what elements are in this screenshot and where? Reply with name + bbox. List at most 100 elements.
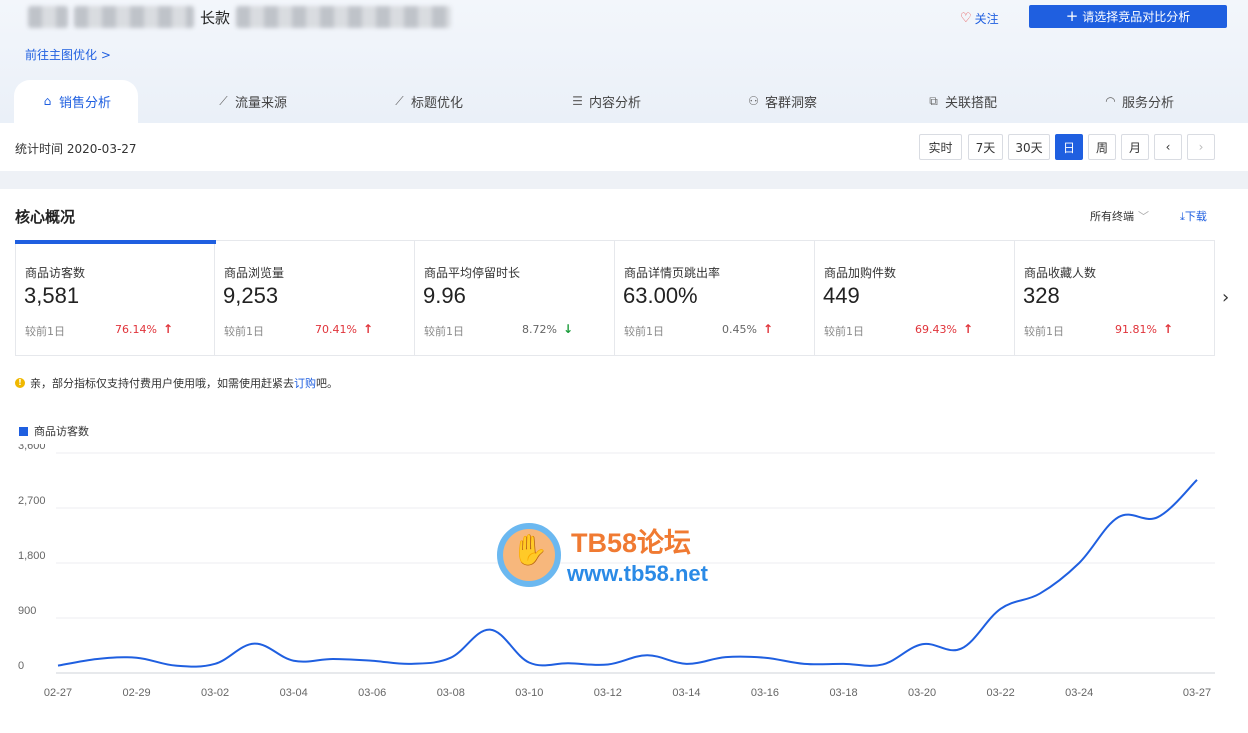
next-date-button[interactable]: › <box>1187 134 1215 160</box>
metric-change-pct: 0.45% <box>722 323 757 336</box>
metric-change-pct: 69.43% <box>915 323 957 336</box>
tab-title-optimize[interactable]: ⟋ 标题优化 <box>393 80 463 123</box>
metric-change-pct: 76.14% <box>115 323 157 336</box>
period-week-button[interactable]: 周 <box>1088 134 1116 160</box>
y-tick-label: 900 <box>18 605 36 617</box>
metric-label: 商品详情页跳出率 <box>624 266 721 280</box>
metric-label: 商品浏览量 <box>224 266 285 280</box>
metric-compare-label: 较前1日 <box>1024 325 1064 338</box>
data-point[interactable] <box>251 641 257 647</box>
period-realtime-button[interactable]: 实时 <box>919 134 962 160</box>
metric-label: 商品收藏人数 <box>1024 266 1097 280</box>
metric-value: 328 <box>1023 283 1060 308</box>
data-point[interactable] <box>723 654 729 660</box>
metric-card-avg-stay[interactable]: 商品平均停留时长 9.96 较前1日 8.72% ↓ <box>415 241 615 356</box>
metric-label: 商品加购件数 <box>824 266 897 280</box>
metric-card-add-cart[interactable]: 商品加购件数 449 较前1日 69.43% ↑ <box>815 241 1015 356</box>
stat-time-label: 统计时间 2020-03-27 <box>15 142 137 156</box>
y-tick-label: 2,700 <box>18 495 46 507</box>
paid-notice: ! 亲，部分指标仅支持付费用户使用哦，如需使用赶紧去订购吧。 <box>15 375 338 391</box>
x-tick-label: 03-08 <box>437 687 465 699</box>
data-point[interactable] <box>526 660 532 666</box>
product-title: 长款 <box>28 6 452 28</box>
chevron-right-icon: › <box>1222 287 1230 308</box>
data-point[interactable] <box>487 627 493 633</box>
data-point[interactable] <box>291 658 297 664</box>
tab-label: 销售分析 <box>58 96 111 111</box>
data-point[interactable] <box>448 655 454 661</box>
y-tick-label: 0 <box>18 660 24 672</box>
download-link[interactable]: ⤓下载 <box>1180 208 1207 224</box>
data-point[interactable] <box>134 655 140 661</box>
data-point[interactable] <box>998 606 1004 612</box>
data-point[interactable] <box>1194 477 1200 483</box>
stat-time-bar: 统计时间 2020-03-27 实时 7天 30天 日 周 月 ‹ › <box>0 123 1248 171</box>
arrow-up-icon: ↑ <box>962 322 974 336</box>
goto-main-image-link[interactable]: 前往主图优化 > <box>25 46 111 63</box>
data-point[interactable] <box>55 663 61 669</box>
arrow-up-icon: ↑ <box>162 322 174 336</box>
follow-button[interactable]: ♡ 关注 <box>960 10 999 27</box>
data-point[interactable] <box>1037 591 1043 597</box>
prev-date-button[interactable]: ‹ <box>1154 134 1182 160</box>
legend-swatch <box>19 426 28 436</box>
data-point[interactable] <box>369 658 375 664</box>
data-point[interactable] <box>1115 514 1121 520</box>
tab-sales-analysis[interactable]: ⌂ 销售分析 <box>14 80 138 123</box>
compare-label: 请选择竞品对比分析 <box>1082 10 1191 24</box>
subscribe-link[interactable]: 订购 <box>294 377 316 390</box>
terminal-select[interactable]: 所有终端 ﹀ <box>1090 208 1149 224</box>
data-point[interactable] <box>605 661 611 667</box>
data-point[interactable] <box>330 656 336 662</box>
data-point[interactable] <box>841 661 847 667</box>
analysis-tabs: ⌂ 销售分析 ⟋ 流量来源 ⟋ 标题优化 ☰ 内容分析 ⚇ 客群洞察 ⧉ 关联搭… <box>0 80 1248 123</box>
period-month-button[interactable]: 月 <box>1121 134 1149 160</box>
page-header: 长款 前往主图优化 > ♡ 关注 + 请选择竞品对比分析 ⌂ 销售分析 ⟋ 流量… <box>0 0 1248 123</box>
period-7days-button[interactable]: 7天 <box>968 134 1003 160</box>
arrow-up-icon: ↑ <box>362 322 374 336</box>
chevron-down-icon: ﹀ <box>1138 210 1149 223</box>
metric-card-pageviews[interactable]: 商品浏览量 9,253 较前1日 70.41% ↑ <box>215 241 415 356</box>
tab-service-analysis[interactable]: ◠ 服务分析 <box>1104 80 1174 123</box>
data-point[interactable] <box>1076 560 1082 566</box>
link-icon: ⧉ <box>929 94 938 108</box>
arrow-down-icon: ↓ <box>562 322 574 336</box>
tab-label: 服务分析 <box>1122 96 1175 111</box>
period-day-button[interactable]: 日 <box>1055 134 1083 160</box>
document-icon: ☰ <box>572 94 583 108</box>
data-point[interactable] <box>919 641 925 647</box>
data-point[interactable] <box>644 652 650 658</box>
data-point[interactable] <box>762 655 768 661</box>
notice-suffix: 吧。 <box>316 377 338 390</box>
tab-traffic-source[interactable]: ⟋ 流量来源 <box>217 80 287 123</box>
data-point[interactable] <box>958 646 964 652</box>
follow-label: 关注 <box>974 12 999 26</box>
data-point[interactable] <box>683 661 689 667</box>
data-point[interactable] <box>801 661 807 667</box>
chart-legend[interactable]: 商品访客数 <box>19 423 89 439</box>
data-point[interactable] <box>408 661 414 667</box>
compare-competitor-button[interactable]: + 请选择竞品对比分析 <box>1029 5 1227 28</box>
metric-card-visitors[interactable]: 商品访客数 3,581 较前1日 76.14% ↑ <box>15 240 216 356</box>
metric-card-bounce-rate[interactable]: 商品详情页跳出率 63.00% 较前1日 0.45% ↑ <box>615 241 815 356</box>
data-point[interactable] <box>566 660 572 666</box>
data-point[interactable] <box>880 661 886 667</box>
metric-value: 449 <box>823 283 860 308</box>
metric-change-pct: 8.72% <box>522 323 557 336</box>
y-tick-label: 3,600 <box>18 444 46 452</box>
data-point[interactable] <box>94 656 100 662</box>
metric-card-favorites[interactable]: 商品收藏人数 328 较前1日 91.81% ↑ <box>1015 241 1215 356</box>
tab-content-analysis[interactable]: ☰ 内容分析 <box>571 80 641 123</box>
x-tick-label: 03-18 <box>829 687 857 699</box>
tab-related-match[interactable]: ⧉ 关联搭配 <box>927 80 997 123</box>
tab-customer-insight[interactable]: ⚇ 客群洞察 <box>747 80 817 123</box>
x-tick-label: 03-06 <box>358 687 386 699</box>
data-point[interactable] <box>173 663 179 669</box>
period-30days-button[interactable]: 30天 <box>1008 134 1050 160</box>
metrics-next-arrow[interactable]: › <box>1222 287 1229 308</box>
data-point[interactable] <box>212 661 218 667</box>
data-point[interactable] <box>1155 514 1161 520</box>
x-tick-label: 03-10 <box>515 687 543 699</box>
title-visible-text: 长款 <box>200 8 231 27</box>
shopping-bag-icon: ⌂ <box>43 94 52 108</box>
